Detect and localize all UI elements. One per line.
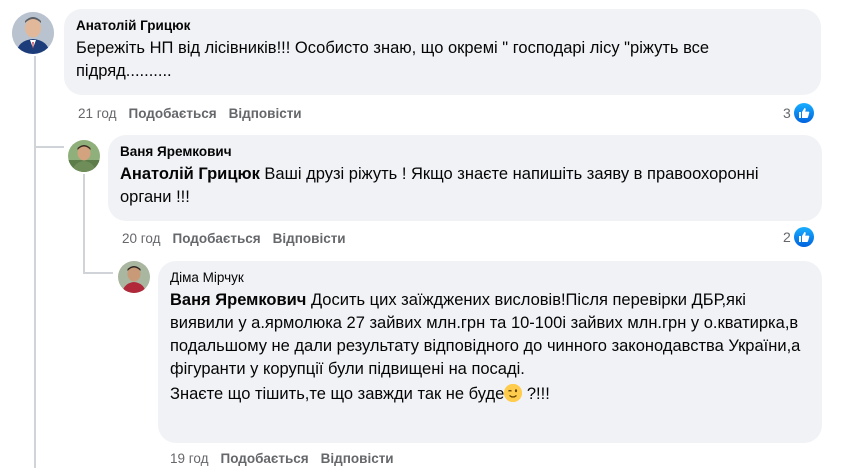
winking-face-emoji — [504, 384, 523, 402]
mention-link[interactable]: Ваня Яремкович — [170, 291, 306, 309]
comment-timestamp[interactable]: 21 год — [78, 105, 116, 123]
comment-author[interactable]: Діма Мірчук — [170, 269, 810, 287]
like-button[interactable]: Подобається — [128, 105, 216, 123]
avatar[interactable] — [12, 12, 54, 54]
thread-line-sub — [83, 174, 85, 274]
comment-timestamp[interactable]: 20 год — [122, 230, 160, 248]
reply-button[interactable]: Відповісти — [229, 105, 302, 123]
comment-bubble: Ваня Яремкович Анатолій Грицюк Ваші друз… — [108, 135, 822, 221]
comment-text: Ваня Яремкович Досить цих заїжджених вис… — [170, 289, 810, 381]
reaction-count: 3 — [783, 105, 791, 121]
reaction-count: 2 — [783, 229, 791, 245]
comment-text: Анатолій Грицюк Ваші друзі ріжуть ! Якщо… — [120, 163, 810, 209]
reaction-summary[interactable]: 2 — [783, 227, 814, 247]
comment-body-3: ?!!! — [522, 385, 550, 403]
comment-author[interactable]: Анатолій Грицюк — [76, 17, 809, 35]
comment-actions: 20 год Подобається Відповісти — [122, 230, 346, 248]
like-icon — [793, 227, 814, 247]
person-photo-icon — [68, 140, 100, 172]
comment-body-2: Знаєте що тішить,те що завжди так не буд… — [170, 385, 505, 403]
thread-line-main — [34, 56, 36, 468]
comment-timestamp[interactable]: 19 год — [170, 450, 208, 468]
mention-link[interactable]: Анатолій Грицюк — [120, 165, 260, 183]
comment-author[interactable]: Ваня Яремкович — [120, 143, 810, 161]
reaction-summary[interactable]: 3 — [783, 103, 814, 123]
comment-bubble: Анатолій Грицюк Бережіть НП від лісівник… — [64, 9, 821, 95]
thread-line-branch-2 — [83, 272, 113, 274]
comment-bubble: Діма Мірчук Ваня Яремкович Досить цих за… — [158, 261, 822, 443]
avatar[interactable] — [118, 261, 150, 293]
reply-button[interactable]: Відповісти — [321, 450, 394, 468]
like-button[interactable]: Подобається — [172, 230, 260, 248]
comment-text-line-2: Знаєте що тішить,те що завжди так не буд… — [170, 383, 810, 406]
comment-actions: 21 год Подобається Відповісти — [78, 105, 302, 123]
thread-line-branch-1 — [34, 146, 64, 148]
comment-actions: 19 год Подобається Відповісти — [170, 450, 394, 468]
like-icon — [793, 103, 814, 123]
like-button[interactable]: Подобається — [220, 450, 308, 468]
person-photo-icon — [12, 12, 54, 54]
avatar[interactable] — [68, 140, 100, 172]
comment-text: Бережіть НП від лісівників!!! Особисто з… — [76, 39, 710, 80]
person-photo-icon — [118, 261, 150, 293]
reply-button[interactable]: Відповісти — [273, 230, 346, 248]
